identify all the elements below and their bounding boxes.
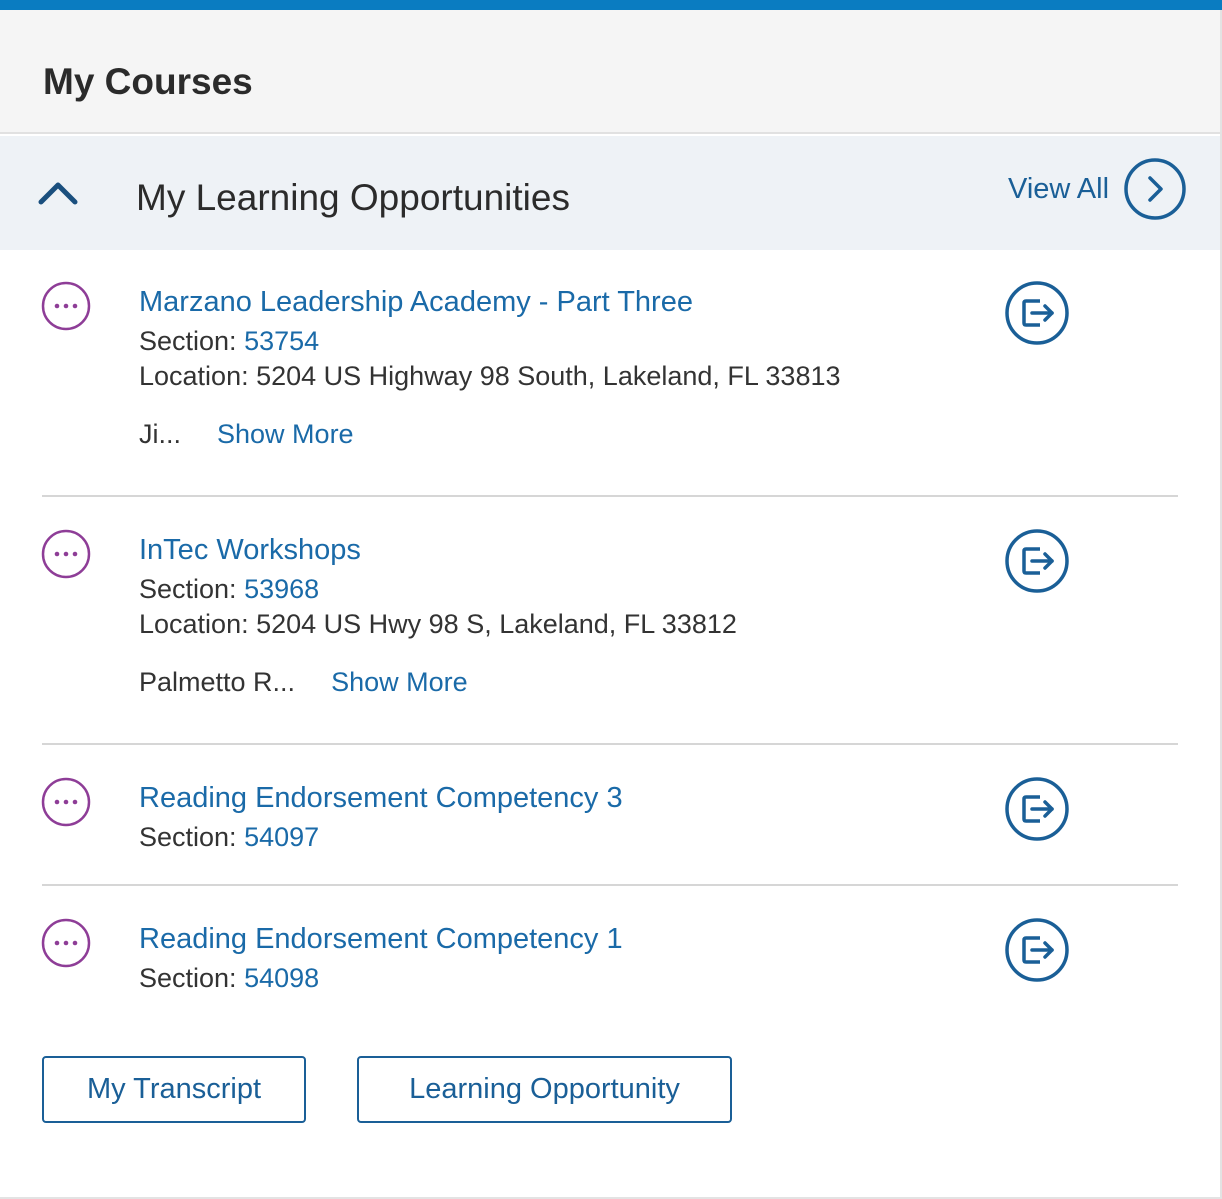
divider (42, 495, 1178, 497)
launch-exit-icon (1005, 529, 1069, 593)
chevron-up-icon (38, 182, 78, 205)
section-label: Section: (139, 326, 245, 356)
ellipsis-circle-icon (41, 918, 91, 968)
extra-text: Ji... (139, 419, 182, 449)
launch-button[interactable] (1004, 776, 1070, 842)
ellipsis-circle-icon (41, 777, 91, 827)
section-title: My Learning Opportunities (136, 177, 570, 218)
section-line: Section: 53968 (139, 572, 319, 606)
section-value: 54098 (244, 963, 320, 993)
section-line: Section: 53754 (139, 324, 319, 358)
launch-button[interactable] (1004, 917, 1070, 983)
show-more-link[interactable]: Show More (331, 667, 468, 697)
extra-line: Ji... Show More (139, 417, 354, 451)
collapse-button[interactable] (36, 176, 80, 212)
extra-text: Palmetto R... (139, 667, 296, 697)
section-value: 53968 (244, 574, 320, 604)
more-options-button[interactable] (40, 917, 92, 969)
widget-header: My Courses (0, 10, 1220, 134)
launch-exit-icon (1005, 918, 1069, 982)
page-title: My Courses (43, 61, 253, 102)
extra-line: Palmetto R... Show More (139, 665, 468, 699)
view-all-label: View All (1008, 173, 1110, 205)
section-label: Section: (139, 822, 245, 852)
location-line: Location: 5204 US Hwy 98 S, Lakeland, FL… (139, 609, 737, 639)
section-line: Section: 54097 (139, 820, 319, 854)
show-more-link[interactable]: Show More (217, 419, 354, 449)
more-options-button[interactable] (40, 776, 92, 828)
section-label: Section: (139, 963, 245, 993)
course-title-link[interactable]: Marzano Leadership Academy - Part Three (139, 284, 693, 320)
section-line: Section: 54098 (139, 961, 319, 995)
launch-exit-icon (1005, 777, 1069, 841)
view-all-link[interactable]: View All (1008, 156, 1187, 222)
launch-button[interactable] (1004, 280, 1070, 346)
course-title-link[interactable]: Reading Endorsement Competency 3 (139, 780, 623, 816)
more-options-button[interactable] (40, 528, 92, 580)
divider (42, 884, 1178, 886)
ellipsis-circle-icon (41, 281, 91, 331)
more-options-button[interactable] (40, 280, 92, 332)
chevron-right-circle-icon (1124, 158, 1186, 220)
section-value: 54097 (244, 822, 320, 852)
my-transcript-button[interactable]: My Transcript (42, 1056, 306, 1123)
ellipsis-circle-icon (41, 529, 91, 579)
divider (42, 743, 1178, 745)
course-title-link[interactable]: Reading Endorsement Competency 1 (139, 921, 623, 957)
section-value: 53754 (244, 326, 320, 356)
launch-exit-icon (1005, 281, 1069, 345)
top-accent-bar (0, 0, 1222, 10)
launch-button[interactable] (1004, 528, 1070, 594)
learning-opportunity-button[interactable]: Learning Opportunity (357, 1056, 732, 1123)
course-title-link[interactable]: InTec Workshops (139, 532, 361, 568)
location-line: Location: 5204 US Highway 98 South, Lake… (139, 361, 841, 391)
section-label: Section: (139, 574, 245, 604)
